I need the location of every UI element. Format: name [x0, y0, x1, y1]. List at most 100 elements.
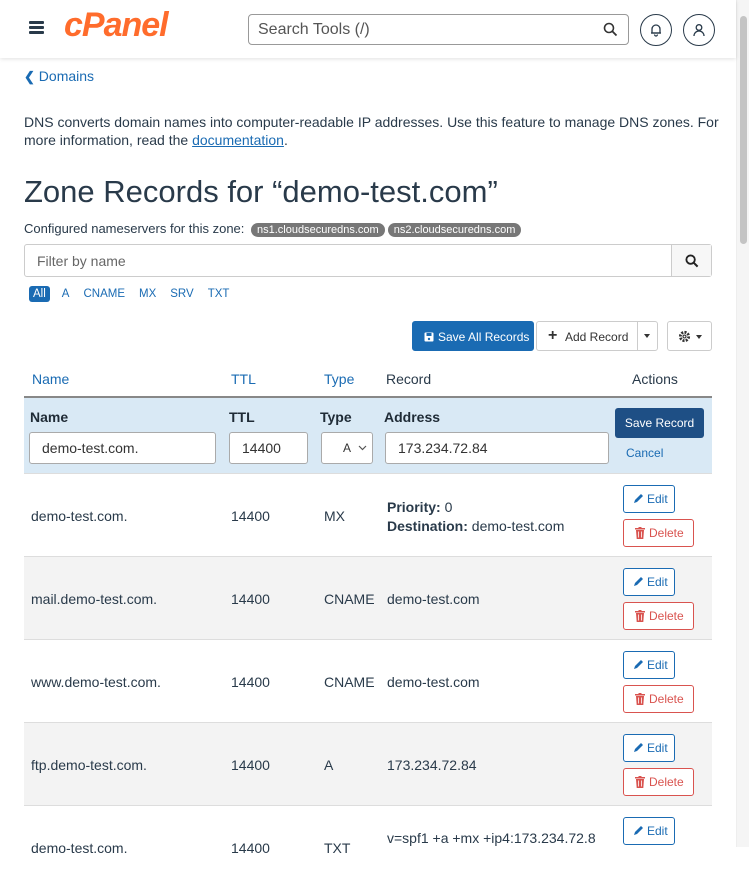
back-to-domains-link[interactable]: ❮ Domains — [24, 68, 94, 85]
record-ttl: 14400 — [231, 674, 270, 690]
edit-type-label: Type — [320, 409, 352, 425]
delete-record-button[interactable]: Delete — [623, 519, 694, 547]
trash-icon — [635, 693, 645, 705]
record-type-select[interactable]: A — [321, 432, 373, 464]
pencil-icon — [634, 660, 643, 669]
filter-txt[interactable]: TXT — [208, 288, 230, 300]
filter-cname[interactable]: CNAME — [83, 288, 125, 300]
record-value: demo-test.com — [387, 674, 480, 690]
table-row: ftp.demo-test.com. 14400 A 173.234.72.84… — [24, 722, 712, 805]
destination-value: demo-test.com — [471, 518, 565, 534]
sort-by-ttl[interactable]: TTL — [231, 371, 256, 387]
edit-record-button[interactable]: Edit — [623, 568, 675, 596]
filter-all[interactable]: All — [29, 286, 50, 302]
plus-icon: + — [548, 327, 558, 344]
record-type: CNAME — [324, 674, 375, 690]
user-account-button[interactable] — [683, 14, 715, 46]
edit-record-button[interactable]: Edit — [623, 485, 675, 513]
priority-label: Priority: — [387, 499, 441, 515]
record-edit-row: Name TTL Type Address A Save Record Canc… — [24, 398, 712, 473]
delete-label: Delete — [649, 692, 684, 706]
caret-down-icon — [696, 335, 702, 339]
settings-menu-button[interactable] — [667, 321, 712, 351]
edit-label: Edit — [647, 575, 668, 589]
record-type: CNAME — [324, 591, 375, 607]
record-name: demo-test.com. — [31, 840, 128, 856]
add-record-dropdown-toggle[interactable] — [637, 322, 657, 350]
search-tools-input[interactable] — [258, 20, 588, 40]
table-row: www.demo-test.com. 14400 CNAME demo-test… — [24, 639, 712, 722]
record-type: MX — [324, 508, 345, 524]
filter-a[interactable]: A — [62, 288, 70, 300]
actions-column-header: Actions — [632, 371, 678, 387]
record-type-filters: All A CNAME MX SRV TXT — [29, 286, 243, 302]
record-value: 173.234.72.84 — [387, 757, 477, 773]
delete-record-button[interactable]: Delete — [623, 602, 694, 630]
search-icon[interactable] — [603, 22, 618, 37]
pencil-icon — [634, 826, 643, 835]
cpanel-logo[interactable]: cPanel — [64, 6, 169, 45]
record-ttl: 14400 — [231, 508, 270, 524]
intro-text: DNS converts domain names into computer-… — [24, 113, 724, 149]
documentation-link[interactable]: documentation — [192, 132, 284, 148]
intro-end: . — [283, 132, 288, 148]
filter-mx[interactable]: MX — [139, 288, 156, 300]
record-ttl: 14400 — [231, 591, 270, 607]
record-name: mail.demo-test.com. — [31, 591, 158, 607]
edit-record-button[interactable]: Edit — [623, 734, 675, 762]
record-value: demo-test.com — [387, 591, 480, 607]
gear-icon — [678, 330, 691, 343]
delete-record-button[interactable]: Delete — [623, 685, 694, 713]
delete-label: Delete — [649, 609, 684, 623]
filter-by-name-input[interactable] — [37, 253, 637, 269]
edit-record-button[interactable]: Edit — [623, 651, 675, 679]
save-all-label: Save All Records — [438, 330, 530, 344]
record-name: www.demo-test.com. — [31, 674, 161, 690]
filter-search-button[interactable] — [671, 245, 711, 276]
add-record-button[interactable]: + Add Record — [536, 321, 658, 351]
pencil-icon — [634, 743, 643, 752]
record-name: ftp.demo-test.com. — [31, 757, 147, 773]
save-all-records-button[interactable]: Save All Records — [412, 321, 534, 351]
record-type-value: A — [343, 441, 352, 455]
delete-record-button[interactable]: Delete — [623, 768, 694, 796]
save-record-button[interactable]: Save Record — [615, 408, 704, 438]
floppy-disk-icon — [424, 332, 434, 342]
priority-value: 0 — [444, 499, 453, 515]
trash-icon — [635, 776, 645, 788]
edit-label: Edit — [647, 658, 668, 672]
notifications-button[interactable] — [640, 14, 672, 46]
trash-icon — [635, 527, 645, 539]
record-address-input[interactable] — [385, 432, 609, 464]
destination-label: Destination: — [387, 518, 468, 534]
filter-srv[interactable]: SRV — [170, 288, 193, 300]
edit-ttl-label: TTL — [229, 409, 255, 425]
page-scrollbar[interactable] — [736, 0, 749, 847]
record-type: A — [324, 757, 334, 773]
add-record-label: Add Record — [565, 330, 629, 344]
record-name-input[interactable] — [29, 432, 216, 464]
edit-record-button[interactable]: Edit — [623, 817, 675, 845]
edit-label: Edit — [647, 741, 668, 755]
pencil-icon — [634, 494, 643, 503]
search-tools-box — [248, 14, 629, 45]
sort-by-name[interactable]: Name — [32, 371, 69, 387]
record-ttl: 14400 — [231, 757, 270, 773]
nameserver-badge: ns1.cloudsecuredns.com — [251, 223, 385, 237]
nameservers-label: Configured nameservers for this zone: — [24, 221, 245, 236]
sort-by-type[interactable]: Type — [324, 371, 354, 387]
nameservers-line: Configured nameservers for this zone: ns… — [24, 221, 522, 237]
pencil-icon — [634, 577, 643, 586]
hamburger-menu-icon[interactable] — [26, 16, 48, 38]
page-title: Zone Records for “demo-test.com” — [24, 174, 498, 209]
caret-down-icon — [644, 334, 650, 338]
delete-label: Delete — [649, 526, 684, 540]
bell-icon — [651, 24, 661, 37]
edit-name-label: Name — [30, 409, 69, 425]
scrollbar-thumb[interactable] — [740, 16, 747, 244]
record-column-header: Record — [386, 371, 432, 387]
cancel-edit-link[interactable]: Cancel — [626, 446, 663, 460]
filter-box — [24, 244, 712, 277]
record-type: TXT — [324, 840, 351, 856]
record-ttl-input[interactable] — [229, 432, 308, 464]
